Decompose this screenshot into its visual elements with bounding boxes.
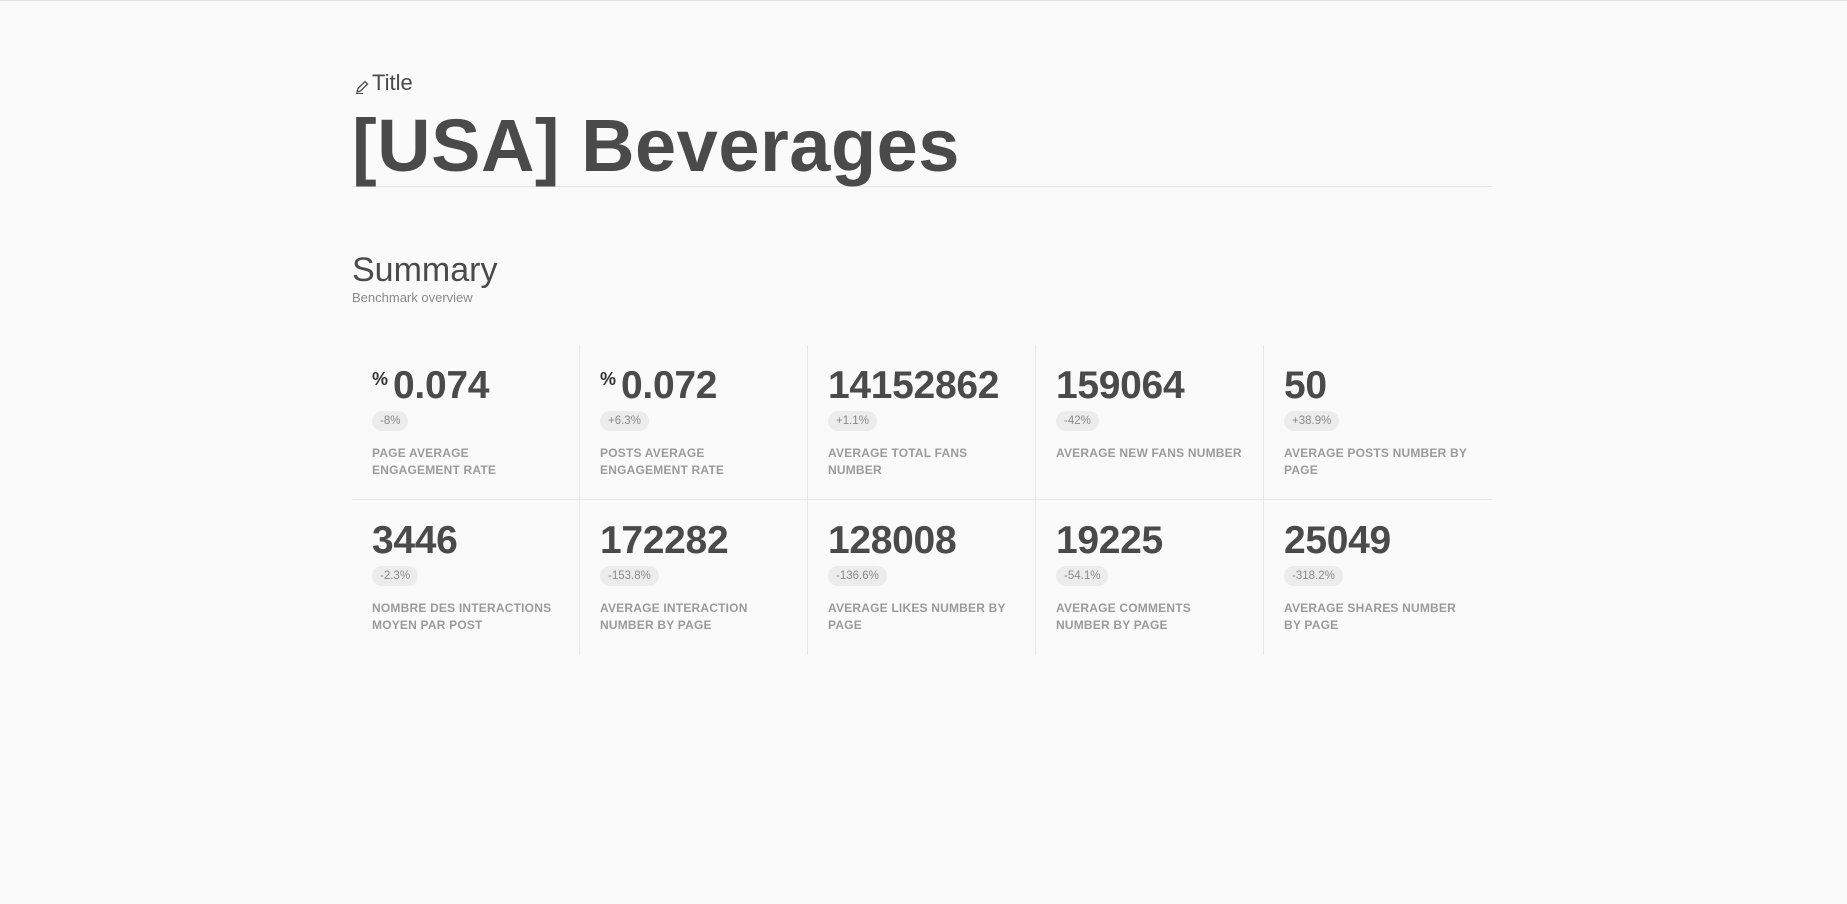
title-edit-label[interactable]: Title: [354, 70, 413, 96]
metric-value: 50: [1284, 364, 1327, 407]
metric-card: % 0.072 +6.3% POSTS AVERAGE ENGAGEMENT R…: [580, 345, 808, 500]
metric-label: NOMBRE DES INTERACTIONS MOYEN PAR POST: [372, 601, 552, 632]
metric-card: % 0.074 -8% PAGE AVERAGE ENGAGEMENT RATE: [352, 345, 580, 500]
change-badge: -2.3%: [372, 566, 419, 586]
metric-value: 159064: [1056, 364, 1185, 407]
metric-card: 172282 -153.8% AVERAGE INTERACTION NUMBE…: [580, 500, 808, 655]
percent-prefix: %: [600, 369, 617, 389]
metrics-grid: % 0.074 -8% PAGE AVERAGE ENGAGEMENT RATE…: [352, 345, 1492, 655]
pencil-icon: [354, 75, 370, 94]
metric-label: AVERAGE NEW FANS NUMBER: [1056, 446, 1242, 460]
change-badge: -136.6%: [828, 566, 887, 586]
top-divider: [0, 0, 1847, 1]
metric-card: 50 +38.9% AVERAGE POSTS NUMBER BY PAGE: [1264, 345, 1492, 500]
change-badge: -153.8%: [600, 566, 659, 586]
metric-label: AVERAGE INTERACTION NUMBER BY PAGE: [600, 601, 748, 632]
change-badge: +6.3%: [600, 411, 649, 431]
metric-label: POSTS AVERAGE ENGAGEMENT RATE: [600, 446, 725, 477]
metric-card: 159064 -42% AVERAGE NEW FANS NUMBER: [1036, 345, 1264, 500]
metric-value: 0.074: [393, 364, 490, 407]
metric-value: 0.072: [621, 364, 718, 407]
percent-prefix: %: [372, 369, 389, 389]
metric-card: 14152862 +1.1% AVERAGE TOTAL FANS NUMBER: [808, 345, 1036, 500]
metric-value: 19225: [1056, 519, 1163, 562]
metric-label: AVERAGE TOTAL FANS NUMBER: [828, 446, 968, 477]
metric-label: AVERAGE SHARES NUMBER BY PAGE: [1284, 601, 1456, 632]
change-badge: -318.2%: [1284, 566, 1343, 586]
summary-heading: Summary: [352, 251, 498, 289]
metric-label: PAGE AVERAGE ENGAGEMENT RATE: [372, 446, 497, 477]
metric-card: 25049 -318.2% AVERAGE SHARES NUMBER BY P…: [1264, 500, 1492, 655]
metric-value: 3446: [372, 519, 458, 562]
change-badge: -54.1%: [1056, 566, 1109, 586]
metric-value: 172282: [600, 519, 729, 562]
change-badge: -42%: [1056, 411, 1099, 431]
metric-card: 3446 -2.3% NOMBRE DES INTERACTIONS MOYEN…: [352, 500, 580, 655]
summary-subheading: Benchmark overview: [352, 290, 473, 305]
metric-value: 25049: [1284, 519, 1391, 562]
metric-label: AVERAGE LIKES NUMBER BY PAGE: [828, 601, 1006, 632]
change-badge: -8%: [372, 411, 409, 431]
page-title[interactable]: [USA] Beverages: [352, 104, 1492, 187]
metric-label: AVERAGE COMMENTS NUMBER BY PAGE: [1056, 601, 1191, 632]
metric-card: 128008 -136.6% AVERAGE LIKES NUMBER BY P…: [808, 500, 1036, 655]
change-badge: +1.1%: [828, 411, 877, 431]
metric-value: 14152862: [828, 364, 1000, 407]
metric-card: 19225 -54.1% AVERAGE COMMENTS NUMBER BY …: [1036, 500, 1264, 655]
title-label-text: Title: [372, 70, 413, 95]
metric-label: AVERAGE POSTS NUMBER BY PAGE: [1284, 446, 1467, 477]
change-badge: +38.9%: [1284, 411, 1340, 431]
metric-value: 128008: [828, 519, 957, 562]
